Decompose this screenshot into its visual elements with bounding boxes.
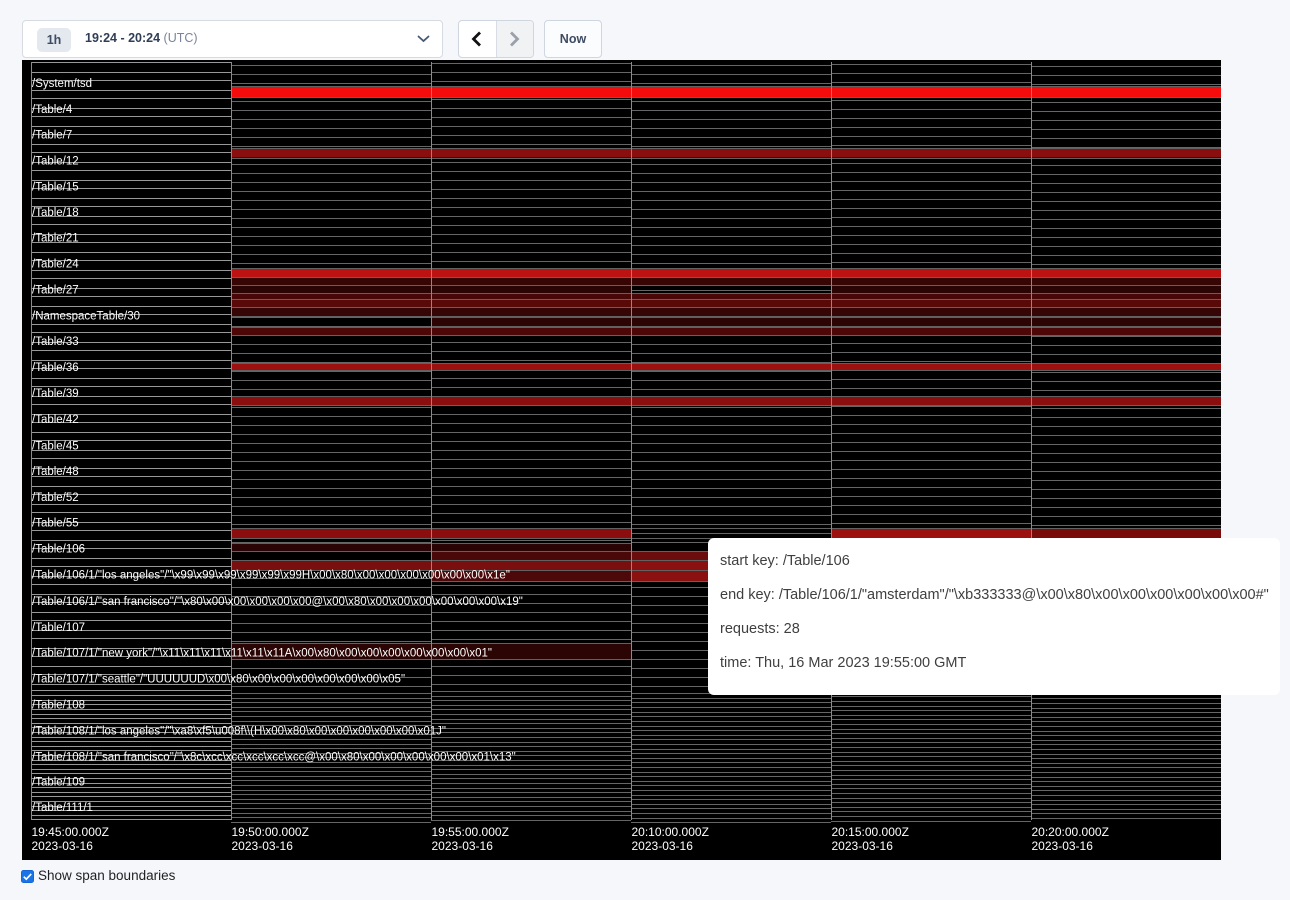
svg-text:/Table/106: /Table/106 xyxy=(32,544,85,556)
svg-text:20:10:00.000Z: 20:10:00.000Z xyxy=(632,825,709,839)
svg-text:/Table/33: /Table/33 xyxy=(32,336,79,348)
svg-text:/NamespaceTable/30: /NamespaceTable/30 xyxy=(32,311,140,323)
svg-text:/Table/111/1: /Table/111/1 xyxy=(32,802,93,814)
svg-text:20:15:00.000Z: 20:15:00.000Z xyxy=(832,825,909,839)
svg-text:19:55:00.000Z: 19:55:00.000Z xyxy=(432,825,509,839)
svg-text:/Table/106/1/"los angeles"/"\x: /Table/106/1/"los angeles"/"\x99\x99\x99… xyxy=(32,570,510,582)
svg-text:/Table/108/1/"los angeles"/"\x: /Table/108/1/"los angeles"/"\xa8\xf5\u00… xyxy=(32,726,446,738)
svg-text:2023-03-16: 2023-03-16 xyxy=(632,839,694,853)
svg-text:/Table/106/1/"san francisco"/": /Table/106/1/"san francisco"/"\x80\x00\x… xyxy=(32,596,523,608)
svg-text:/Table/24: /Table/24 xyxy=(32,259,79,271)
svg-text:2023-03-16: 2023-03-16 xyxy=(432,839,494,853)
svg-text:2023-03-16: 2023-03-16 xyxy=(232,839,294,853)
svg-text:/Table/12: /Table/12 xyxy=(32,156,79,168)
svg-text:/Table/4: /Table/4 xyxy=(32,104,73,116)
svg-text:/Table/18: /Table/18 xyxy=(32,207,79,219)
svg-text:/Table/15: /Table/15 xyxy=(32,182,79,194)
svg-text:/Table/108/1/"san francisco"/": /Table/108/1/"san francisco"/"\x8c\xcc\x… xyxy=(32,752,516,764)
svg-text:/Table/36: /Table/36 xyxy=(32,362,79,374)
svg-text:/Table/109: /Table/109 xyxy=(32,777,85,789)
svg-text:2023-03-16: 2023-03-16 xyxy=(832,839,894,853)
svg-text:/Table/107/1/"seattle"/"UUUUUU: /Table/107/1/"seattle"/"UUUUUUD\x00\x80\… xyxy=(32,674,405,686)
svg-text:/Table/7: /Table/7 xyxy=(32,130,72,142)
svg-text:/Table/39: /Table/39 xyxy=(32,388,79,400)
svg-text:2023-03-16: 2023-03-16 xyxy=(1032,839,1094,853)
svg-text:/Table/42: /Table/42 xyxy=(32,414,79,426)
svg-text:19:50:00.000Z: 19:50:00.000Z xyxy=(232,825,309,839)
svg-text:/Table/45: /Table/45 xyxy=(32,441,79,453)
svg-text:/System/tsd: /System/tsd xyxy=(32,78,92,90)
svg-text:/Table/108: /Table/108 xyxy=(32,700,85,712)
svg-text:/Table/107: /Table/107 xyxy=(32,622,85,634)
svg-text:/Table/21: /Table/21 xyxy=(32,233,79,245)
svg-text:20:20:00.000Z: 20:20:00.000Z xyxy=(1032,825,1109,839)
svg-text:/Table/27: /Table/27 xyxy=(32,285,79,297)
svg-text:/Table/48: /Table/48 xyxy=(32,466,79,478)
svg-text:19:45:00.000Z: 19:45:00.000Z xyxy=(32,825,109,839)
svg-text:/Table/52: /Table/52 xyxy=(32,492,79,504)
svg-text:/Table/55: /Table/55 xyxy=(32,518,79,530)
svg-text:/Table/107/1/"new york"/"\x11\: /Table/107/1/"new york"/"\x11\x11\x11\x1… xyxy=(32,648,492,660)
svg-text:2023-03-16: 2023-03-16 xyxy=(32,839,94,853)
